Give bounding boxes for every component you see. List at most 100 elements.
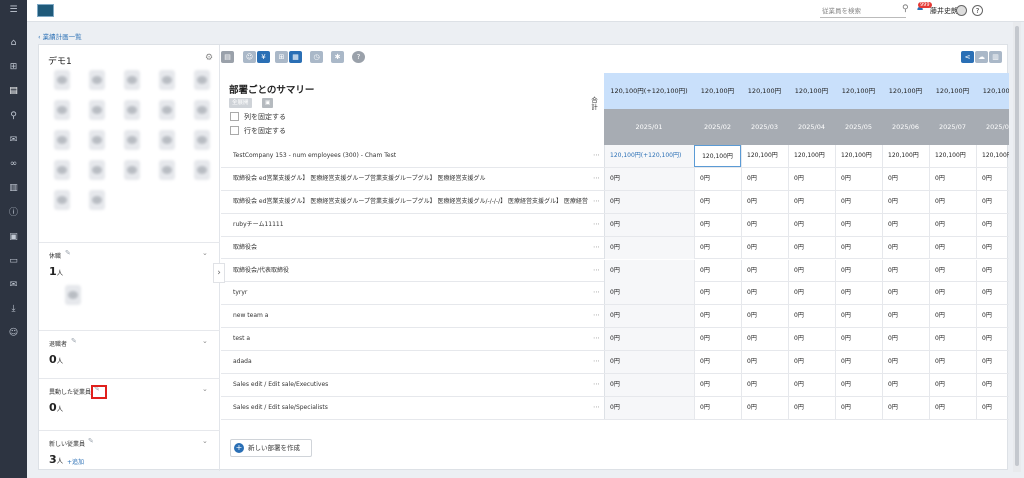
download-icon[interactable]: ⤓ bbox=[6, 303, 21, 315]
month-value-cell[interactable]: 0円 bbox=[835, 190, 882, 213]
month-value-cell[interactable]: 120,100円 bbox=[976, 145, 1009, 167]
month-value-cell[interactable]: 0円 bbox=[741, 305, 788, 328]
month-value-cell[interactable]: 0円 bbox=[788, 190, 835, 213]
help-icon[interactable]: ? bbox=[352, 51, 365, 63]
month-value-cell[interactable]: 0円 bbox=[694, 282, 741, 305]
month-value-cell[interactable]: 0円 bbox=[835, 305, 882, 328]
people-icon[interactable]: ☺ bbox=[243, 51, 256, 63]
month-value-cell[interactable]: 0円 bbox=[694, 259, 741, 282]
month-value-cell[interactable]: 0円 bbox=[882, 282, 929, 305]
month-value-cell[interactable]: 0円 bbox=[788, 396, 835, 419]
month-value-cell[interactable]: 0円 bbox=[929, 305, 976, 328]
department-name[interactable]: 取締役会 ed営業支援グル】 医療経営支援グループ営業支援グループグル】 医療経… bbox=[233, 168, 588, 190]
month-value-cell[interactable]: 0円 bbox=[788, 236, 835, 259]
row-total-cell[interactable]: 0円 bbox=[604, 282, 694, 305]
employee-thumbnail[interactable] bbox=[124, 70, 140, 90]
edit-icon[interactable]: ✎ bbox=[88, 437, 94, 445]
month-value-cell[interactable]: 0円 bbox=[976, 190, 1009, 213]
row-total-cell[interactable]: 120,100円(+120,100円) bbox=[604, 145, 694, 167]
edit-icon[interactable]: ✎ bbox=[65, 249, 71, 257]
month-value-cell[interactable]: 0円 bbox=[694, 213, 741, 236]
month-value-cell[interactable]: 0円 bbox=[788, 167, 835, 190]
month-value-cell[interactable]: 0円 bbox=[788, 259, 835, 282]
month-value-cell[interactable]: 0円 bbox=[976, 396, 1009, 419]
table-row[interactable]: 取締役会 ed営業支援グル】 医療経営支援グループ営業支援グループグル】 医療経… bbox=[221, 167, 1009, 191]
analytics-icon[interactable]: ▥ bbox=[6, 182, 21, 194]
document-icon[interactable]: ▤ bbox=[221, 51, 234, 63]
row-total-cell[interactable]: 0円 bbox=[604, 305, 694, 328]
month-value-cell[interactable]: 0円 bbox=[694, 374, 741, 396]
month-value-cell[interactable]: 0円 bbox=[976, 259, 1009, 282]
document-icon[interactable]: ▤ bbox=[6, 85, 21, 97]
department-name[interactable]: test a bbox=[233, 328, 588, 350]
table-row[interactable]: Sales edit / Edit sale/Executives ⋯ 0円 0円 0円… bbox=[221, 374, 1009, 397]
month-value-cell[interactable]: 0円 bbox=[882, 190, 929, 213]
department-name[interactable]: 取締役会 ed営業支援グル】 医療経営支援グループ営業支援グループグル】 医療経… bbox=[233, 191, 588, 213]
month-value-cell[interactable]: 0円 bbox=[882, 213, 929, 236]
share-icon[interactable]: ⋖ bbox=[961, 51, 974, 63]
employee-thumbnail[interactable] bbox=[54, 70, 70, 90]
month-value-cell[interactable]: 0円 bbox=[882, 328, 929, 351]
month-value-cell[interactable]: 0円 bbox=[882, 305, 929, 328]
menu-icon[interactable]: ☰ bbox=[6, 4, 21, 16]
chart-icon[interactable]: ▥ bbox=[989, 51, 1002, 63]
settings-icon[interactable]: ✱ bbox=[331, 51, 344, 63]
table-row[interactable]: 取締役会/代表取締役 ⋯ 0円 0円 0円 0円 0円 0円 0円 0円 bbox=[221, 259, 1009, 283]
row-total-cell[interactable]: 0円 bbox=[604, 167, 694, 190]
cloud-icon[interactable]: ☁ bbox=[975, 51, 988, 63]
table-row[interactable]: new team a ⋯ 0円 0円 0円 0円 0円 0円 0円 0円 bbox=[221, 305, 1009, 329]
month-value-cell[interactable]: 0円 bbox=[741, 259, 788, 282]
help-icon[interactable]: ? bbox=[972, 5, 983, 16]
table-row[interactable]: tyryr ⋯ 0円 0円 0円 0円 0円 0円 0円 0円 bbox=[221, 282, 1009, 306]
back-link[interactable]: ‹ 業績計画一覧 bbox=[38, 31, 82, 41]
month-value-cell[interactable]: 0円 bbox=[976, 213, 1009, 236]
company-logo[interactable] bbox=[37, 4, 54, 17]
department-name[interactable]: rubyチーム11111 bbox=[233, 214, 588, 236]
gear-icon[interactable]: ⚙ bbox=[205, 53, 213, 63]
org-chart-icon[interactable]: ⊞ bbox=[6, 61, 21, 73]
employee-thumbnail[interactable] bbox=[89, 70, 105, 90]
search-nav-icon[interactable]: ⚲ bbox=[6, 110, 21, 122]
back-link-label[interactable]: 業績計画一覧 bbox=[43, 33, 82, 41]
chevron-down-icon[interactable]: ⌄ bbox=[202, 385, 208, 393]
department-name[interactable]: new team a bbox=[233, 305, 588, 327]
month-value-cell[interactable]: 0円 bbox=[788, 305, 835, 328]
row-total-cell[interactable]: 0円 bbox=[604, 213, 694, 236]
month-value-cell[interactable]: 0円 bbox=[882, 351, 929, 374]
department-name[interactable]: 取締役会 bbox=[233, 237, 588, 259]
employee-thumbnail[interactable] bbox=[124, 160, 140, 180]
row-menu-icon[interactable]: ⋯ bbox=[593, 282, 600, 302]
chevron-down-icon[interactable]: ⌄ bbox=[202, 337, 208, 345]
month-value-cell[interactable]: 0円 bbox=[976, 282, 1009, 305]
month-value-cell[interactable]: 0円 bbox=[694, 190, 741, 213]
table-row[interactable]: Sales edit / Edit sale/Specialists ⋯ 0円 0円 0… bbox=[221, 396, 1009, 420]
chat-icon[interactable]: ✉ bbox=[6, 134, 21, 146]
employee-search-input[interactable]: 従業員を検索 bbox=[820, 5, 906, 18]
month-value-cell[interactable]: 0円 bbox=[976, 167, 1009, 190]
row-menu-icon[interactable]: ⋯ bbox=[593, 145, 600, 165]
employee-thumbnail[interactable] bbox=[54, 130, 70, 150]
month-value-cell[interactable]: 0円 bbox=[835, 374, 882, 396]
month-value-cell[interactable]: 0円 bbox=[929, 236, 976, 259]
row-menu-icon[interactable]: ⋯ bbox=[593, 328, 600, 348]
row-menu-icon[interactable]: ⋯ bbox=[593, 397, 600, 417]
home-icon[interactable]: ⌂ bbox=[6, 37, 21, 49]
department-name[interactable]: 取締役会/代表取締役 bbox=[233, 260, 588, 282]
row-total-cell[interactable]: 0円 bbox=[604, 236, 694, 259]
month-value-cell[interactable]: 0円 bbox=[694, 236, 741, 259]
month-value-cell[interactable]: 0円 bbox=[741, 396, 788, 419]
month-value-cell[interactable]: 0円 bbox=[694, 305, 741, 328]
row-menu-icon[interactable]: ⋯ bbox=[593, 351, 600, 371]
fix-columns-checkbox[interactable] bbox=[230, 112, 239, 121]
employee-thumbnail[interactable] bbox=[54, 100, 70, 120]
employee-thumbnail[interactable] bbox=[124, 130, 140, 150]
month-value-cell[interactable]: 0円 bbox=[788, 328, 835, 351]
row-menu-icon[interactable]: ⋯ bbox=[593, 260, 600, 280]
month-value-cell[interactable]: 120,100円 bbox=[835, 145, 882, 167]
department-name[interactable]: Sales edit / Edit sale/Specialists bbox=[233, 397, 588, 419]
chevron-down-icon[interactable]: ⌄ bbox=[202, 249, 208, 257]
info-icon[interactable]: ⓘ bbox=[6, 207, 21, 219]
employee-thumbnail[interactable] bbox=[89, 100, 105, 120]
employee-thumbnail[interactable] bbox=[194, 100, 210, 120]
fix-rows-checkbox[interactable] bbox=[230, 126, 239, 135]
